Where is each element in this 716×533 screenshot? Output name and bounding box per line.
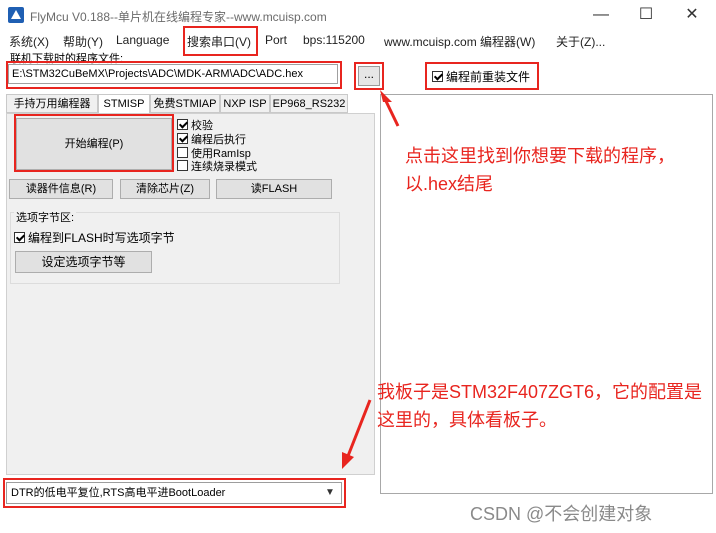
arrow-head-browse: [380, 90, 392, 102]
annotation-hex-note: 点击这里找到你想要下载的程序，以.hex结尾: [405, 146, 675, 194]
arrow-to-reset-mode: [346, 399, 372, 457]
arrow-head-reset: [342, 452, 354, 469]
annotation-arrows: [342, 90, 400, 469]
annotation-board-note: 我板子是STM32F407ZGT6，它的配置是这里的，具体看板子。: [377, 382, 703, 430]
csdn-watermark: CSDN @不会创建对象: [470, 504, 653, 524]
